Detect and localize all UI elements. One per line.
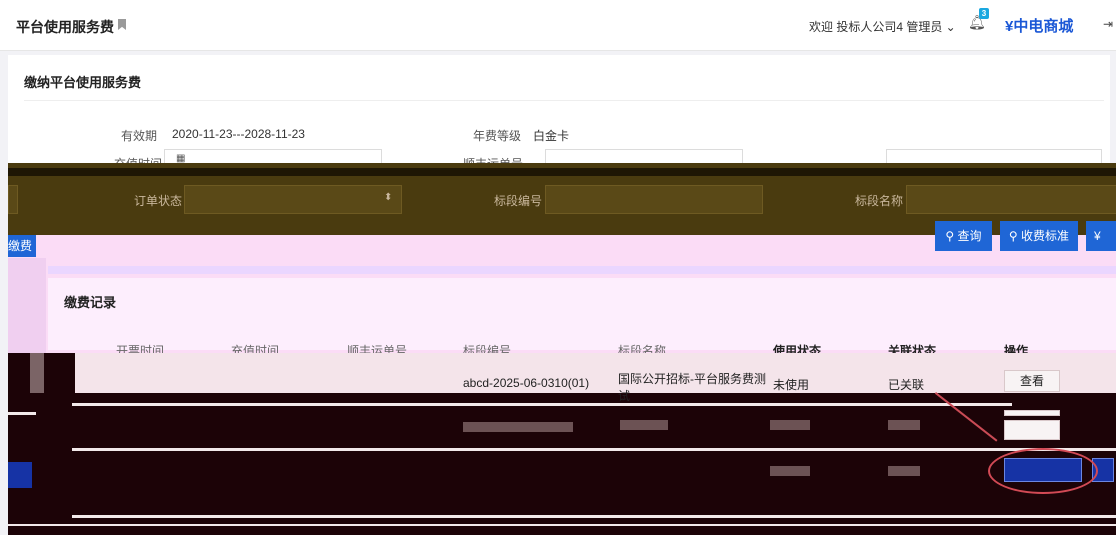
query-button[interactable]: ⚲ 查询: [935, 221, 992, 251]
filter-band-edge: [8, 168, 1116, 176]
divider: [24, 100, 1104, 101]
row1-link-status: 已关联: [888, 378, 925, 392]
mall-label: 中电商城: [1013, 18, 1074, 35]
row-stripe: [8, 524, 1116, 526]
section-no-label: 标段编号: [494, 194, 543, 208]
mall-link[interactable]: ¥中电商城: [1005, 15, 1073, 36]
row3-use-status: [770, 466, 810, 476]
row1-section-name: 国际公开招标-平台服务费测试: [618, 372, 766, 403]
annotation-circle: [988, 448, 1098, 494]
app-title: 平台使用服务费: [16, 19, 114, 35]
cart-button[interactable]: ¥: [1086, 221, 1116, 251]
row1-section-no: abcd-2025-06-0310(01): [463, 376, 590, 390]
row2-op-button[interactable]: [1004, 420, 1060, 440]
band-edge-input: [8, 185, 18, 214]
section-name-input[interactable]: [906, 185, 1116, 214]
validity-value: 2020-11-23---2028-11-23: [172, 127, 305, 141]
records-header-area: [48, 278, 1116, 350]
glitch-left-column: [8, 258, 46, 353]
level-label: 年费等级: [473, 129, 522, 143]
row2-op-bar: [1004, 410, 1060, 416]
table-row: [75, 353, 1116, 393]
row1-view-button[interactable]: 查看: [1004, 370, 1060, 392]
pay-button[interactable]: 缴费: [8, 235, 36, 257]
fee-standard-button[interactable]: ⚲ 收费标准: [1000, 221, 1078, 251]
row-stripe: [72, 403, 1012, 406]
order-status-select[interactable]: [184, 185, 402, 214]
select-arrow-icon: ⬍: [384, 192, 393, 203]
order-status-label: 订单状态: [134, 194, 183, 208]
user-menu[interactable]: 欢迎 投标人公司4 管理员 ⌄: [809, 18, 956, 35]
row-stripe: [72, 448, 1116, 451]
search-icon: ⚲: [945, 229, 958, 243]
row2-section-name: [620, 420, 668, 430]
records-title: 缴费记录: [64, 295, 117, 310]
validity-label: 有效期: [121, 129, 158, 143]
row3-link-status: [888, 466, 920, 476]
section-no-input[interactable]: [545, 185, 763, 214]
row-stripe: [8, 412, 36, 415]
row2-section-no: [463, 422, 573, 432]
row-stripe: [72, 515, 1116, 518]
glitch-block: [30, 353, 44, 393]
section-title: 缴纳平台使用服务费: [24, 75, 142, 90]
notification-badge: 3: [979, 8, 989, 19]
logout-icon[interactable]: ⇥: [1103, 17, 1113, 31]
cart-icon: ¥: [1094, 229, 1101, 243]
section-name-label: 标段名称: [855, 194, 904, 208]
glitch-strip: [48, 266, 1116, 274]
search-icon: ⚲: [1008, 229, 1022, 243]
level-value: 白金卡: [533, 129, 570, 143]
fee-standard-label: 收费标准: [1021, 229, 1070, 243]
row1-use-status: 未使用: [773, 378, 810, 392]
row2-link-status: [888, 420, 920, 430]
glitch-blue-block: [8, 462, 32, 488]
row2-use-status: [770, 420, 810, 430]
query-label: 查询: [957, 229, 982, 243]
